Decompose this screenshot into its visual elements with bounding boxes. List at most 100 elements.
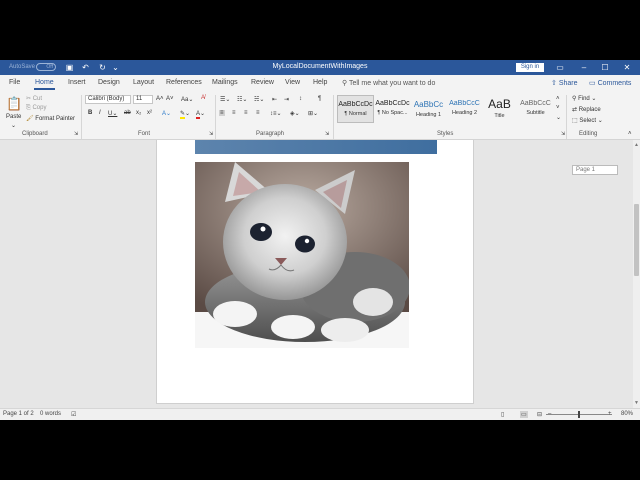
line-spacing-icon[interactable]: ↕≡⌄	[270, 110, 282, 117]
style-sample: AaB	[488, 97, 511, 111]
strikethrough-button[interactable]: ab	[124, 110, 131, 116]
clear-formatting-icon[interactable]: A̸	[201, 95, 205, 101]
tab-view[interactable]: View	[285, 79, 300, 86]
tab-file[interactable]: File	[9, 79, 20, 86]
close-button[interactable]: ✕	[620, 61, 634, 74]
zoom-in-icon[interactable]: +	[608, 411, 612, 417]
read-mode-icon[interactable]: ▯	[501, 411, 504, 418]
tab-design[interactable]: Design	[98, 79, 120, 86]
font-launcher-icon[interactable]: ⇲	[209, 131, 213, 137]
paste-icon[interactable]: 📋	[6, 97, 22, 111]
shading-icon[interactable]: ◈⌄	[290, 110, 300, 117]
show-hide-icon[interactable]: ¶	[318, 96, 321, 102]
clipboard-group-label: Clipboard	[22, 131, 48, 137]
image-top-banner[interactable]	[195, 140, 437, 154]
decrease-indent-icon[interactable]: ⇤	[272, 96, 277, 103]
zoom-slider-thumb[interactable]	[578, 411, 580, 418]
styles-launcher-icon[interactable]: ⇲	[561, 131, 565, 137]
scrollbar-thumb[interactable]	[634, 204, 639, 276]
print-layout-icon[interactable]: ▭	[520, 411, 528, 418]
clipboard-launcher-icon[interactable]: ⇲	[74, 131, 78, 137]
document-area[interactable]: Page 1 ▲ ▼	[0, 140, 640, 408]
increase-indent-icon[interactable]: ⇥	[284, 96, 289, 103]
align-right-button[interactable]: ≡	[244, 110, 248, 116]
vertical-scrollbar[interactable]: ▲ ▼	[633, 140, 640, 408]
ribbon-display-options-icon[interactable]: ▭	[553, 61, 567, 74]
tab-help[interactable]: Help	[313, 79, 327, 86]
style-title[interactable]: AaB Title	[481, 95, 518, 123]
tab-references[interactable]: References	[166, 79, 202, 86]
collapse-ribbon-icon[interactable]: ˄	[628, 131, 632, 137]
share-button[interactable]: ⇧ Share	[551, 79, 578, 87]
tell-me-search[interactable]: ⚲ Tell me what you want to do	[342, 79, 435, 87]
style-heading-2[interactable]: AaBbCcC Heading 2	[446, 95, 483, 123]
bullets-icon[interactable]: ☰⌄	[220, 96, 230, 103]
proofing-icon[interactable]: ☑	[71, 411, 76, 418]
paste-button[interactable]: Paste	[6, 114, 21, 120]
borders-icon[interactable]: ⊞⌄	[308, 110, 318, 117]
styles-scroll-down-icon[interactable]: ˅	[556, 105, 560, 111]
web-layout-icon[interactable]: ⊟	[537, 411, 542, 418]
underline-button[interactable]: U⌄	[108, 110, 117, 117]
comments-button[interactable]: ▭ Comments	[589, 79, 631, 87]
tab-home[interactable]: Home	[34, 79, 55, 90]
align-center-button[interactable]: ≡	[232, 110, 236, 116]
find-button[interactable]: ⚲ Find ⌄	[572, 95, 596, 102]
grow-font-icon[interactable]: A˄	[156, 96, 164, 102]
align-left-button[interactable]: ≡	[219, 110, 225, 116]
document-page[interactable]	[156, 140, 474, 404]
styles-more-icon[interactable]: ⌄	[556, 114, 561, 121]
status-bar: Page 1 of 2 0 words ☑ ▯ ▭ ⊟ – + 80%	[0, 408, 640, 420]
replace-button[interactable]: ⇄ Replace	[572, 106, 601, 113]
multilevel-list-icon[interactable]: ☵⌄	[254, 96, 264, 103]
ribbon-tabs: File Home Insert Design Layout Reference…	[0, 75, 640, 91]
zoom-level[interactable]: 80%	[621, 411, 633, 417]
numbering-icon[interactable]: ☷⌄	[237, 96, 247, 103]
group-divider	[566, 95, 567, 139]
tab-review[interactable]: Review	[251, 79, 274, 86]
style-heading-1[interactable]: AaBbCc Heading 1	[410, 95, 447, 123]
change-case-icon[interactable]: Aa⌄	[181, 96, 193, 103]
select-button[interactable]: ⬚ Select ⌄	[572, 117, 603, 124]
shrink-font-icon[interactable]: A˅	[166, 96, 174, 102]
maximize-button[interactable]: ☐	[598, 61, 612, 74]
style-normal[interactable]: AaBbCcDc ¶ Normal	[337, 95, 374, 123]
style-no-spacing[interactable]: AaBbCcDc ¶ No Spac...	[374, 95, 411, 123]
sign-in-button[interactable]: Sign in	[516, 63, 544, 72]
replace-icon: ⇄	[572, 107, 578, 113]
superscript-button[interactable]: x²	[147, 110, 152, 116]
group-divider	[81, 95, 82, 139]
tab-layout[interactable]: Layout	[133, 79, 154, 86]
copy-button[interactable]: ⎘ Copy	[26, 105, 46, 112]
tab-insert[interactable]: Insert	[68, 79, 86, 86]
highlight-icon[interactable]: ✎⌄	[180, 110, 190, 119]
kitten-illustration	[195, 162, 409, 348]
format-painter-button[interactable]: 🖌 Format Painter	[26, 115, 75, 122]
font-size-select[interactable]: 11	[133, 95, 153, 104]
sort-icon[interactable]: ↕	[299, 96, 302, 102]
word-count-status[interactable]: 0 words	[40, 411, 61, 417]
style-subtitle[interactable]: AaBbCcC Subtitle	[517, 95, 554, 123]
subscript-button[interactable]: x₂	[136, 110, 141, 116]
scroll-up-icon[interactable]: ▲	[633, 142, 640, 148]
paragraph-launcher-icon[interactable]: ⇲	[325, 131, 329, 137]
font-color-icon[interactable]: A⌄	[196, 110, 205, 119]
scroll-down-icon[interactable]: ▼	[633, 400, 640, 406]
styles-scroll-up-icon[interactable]: ˄	[556, 96, 560, 102]
tab-mailings[interactable]: Mailings	[212, 79, 238, 86]
italic-button[interactable]: I	[99, 110, 101, 116]
kitten-image[interactable]	[195, 162, 409, 348]
minimize-button[interactable]: –	[577, 61, 591, 74]
page-count-status[interactable]: Page 1 of 2	[3, 411, 34, 417]
paste-dropdown-icon[interactable]: ⌄	[11, 122, 16, 129]
justify-button[interactable]: ≡	[256, 110, 260, 116]
copy-label: Copy	[32, 105, 47, 111]
bold-button[interactable]: B	[88, 110, 92, 116]
cut-button[interactable]: ✂ Cut	[26, 95, 42, 102]
text-effects-icon[interactable]: A⌄	[162, 110, 171, 117]
title-bar: AutoSave Off ▣ ↶ ↻ ⌄ MyLocalDocumentWith…	[0, 60, 640, 75]
page-tooltip: Page 1	[572, 165, 618, 175]
comments-label: Comments	[597, 80, 632, 87]
find-label: Find	[578, 96, 590, 102]
font-family-select[interactable]: Calibri (Body)	[85, 95, 131, 104]
